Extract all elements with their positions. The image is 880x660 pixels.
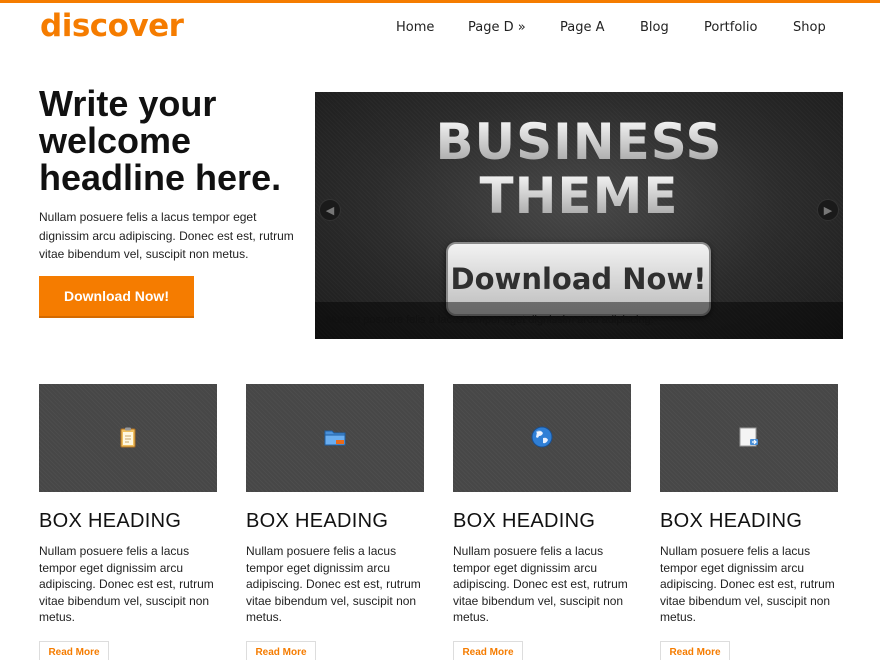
nav-item-page-d[interactable]: Page D »: [468, 20, 526, 35]
box-image: [660, 384, 838, 492]
box-heading: BOX HEADING: [39, 510, 182, 532]
document-arrow-icon: [739, 427, 758, 447]
nav-item-home[interactable]: Home: [396, 20, 434, 35]
hero-headline-line: headline here.: [39, 157, 282, 198]
feature-box: BOX HEADING Nullam posuere felis a lacus…: [660, 384, 838, 660]
chevron-left-icon[interactable]: ◀: [319, 199, 341, 221]
box-text: Nullam posuere felis a lacus tempor eget…: [453, 544, 628, 624]
nav-item-blog[interactable]: Blog: [640, 20, 669, 35]
image-slider[interactable]: BUSINESS THEME Download Now! Nullam posu…: [315, 92, 843, 339]
download-now-button[interactable]: Download Now!: [39, 276, 194, 318]
box-heading: BOX HEADING: [453, 510, 596, 532]
slide-caption: Nullam posuere felis a lacus tempor eget…: [326, 314, 654, 326]
read-more-button[interactable]: Read More: [453, 641, 523, 660]
box-text: Nullam posuere felis a lacus tempor eget…: [246, 544, 421, 624]
feature-box: BOX HEADING Nullam posuere felis a lacus…: [39, 384, 217, 660]
nav-item-shop[interactable]: Shop: [793, 20, 826, 35]
feature-box: BOX HEADING Nullam posuere felis a lacus…: [246, 384, 424, 660]
box-text: Nullam posuere felis a lacus tempor eget…: [660, 544, 835, 624]
box-image: [453, 384, 631, 492]
chevron-right-icon[interactable]: ▶: [817, 199, 839, 221]
slide-title-line: THEME: [315, 168, 843, 224]
clipboard-icon: [120, 427, 136, 448]
folder-icon: [324, 430, 346, 446]
read-more-button[interactable]: Read More: [660, 641, 730, 660]
feature-box: BOX HEADING Nullam posuere felis a lacus…: [453, 384, 631, 660]
globe-icon: [531, 426, 553, 448]
nav-item-portfolio[interactable]: Portfolio: [704, 20, 757, 35]
box-image: [246, 384, 424, 492]
main-navigation: Home Page D » Page A Blog Portfolio Shop: [0, 20, 880, 40]
box-text: Nullam posuere felis a lacus tempor eget…: [39, 544, 214, 624]
top-accent-bar: [0, 0, 880, 3]
read-more-button[interactable]: Read More: [246, 641, 316, 660]
nav-item-page-a[interactable]: Page A: [560, 20, 605, 35]
hero-headline: Write your welcome headline here.: [39, 85, 309, 196]
hero-headline-line: Write your: [39, 83, 217, 124]
read-more-button[interactable]: Read More: [39, 641, 109, 660]
box-heading: BOX HEADING: [660, 510, 803, 532]
slide-title-line: BUSINESS: [315, 114, 843, 170]
box-image: [39, 384, 217, 492]
hero-headline-line: welcome: [39, 120, 192, 161]
box-heading: BOX HEADING: [246, 510, 389, 532]
hero-description: Nullam posuere felis a lacus tempor eget…: [39, 210, 294, 261]
